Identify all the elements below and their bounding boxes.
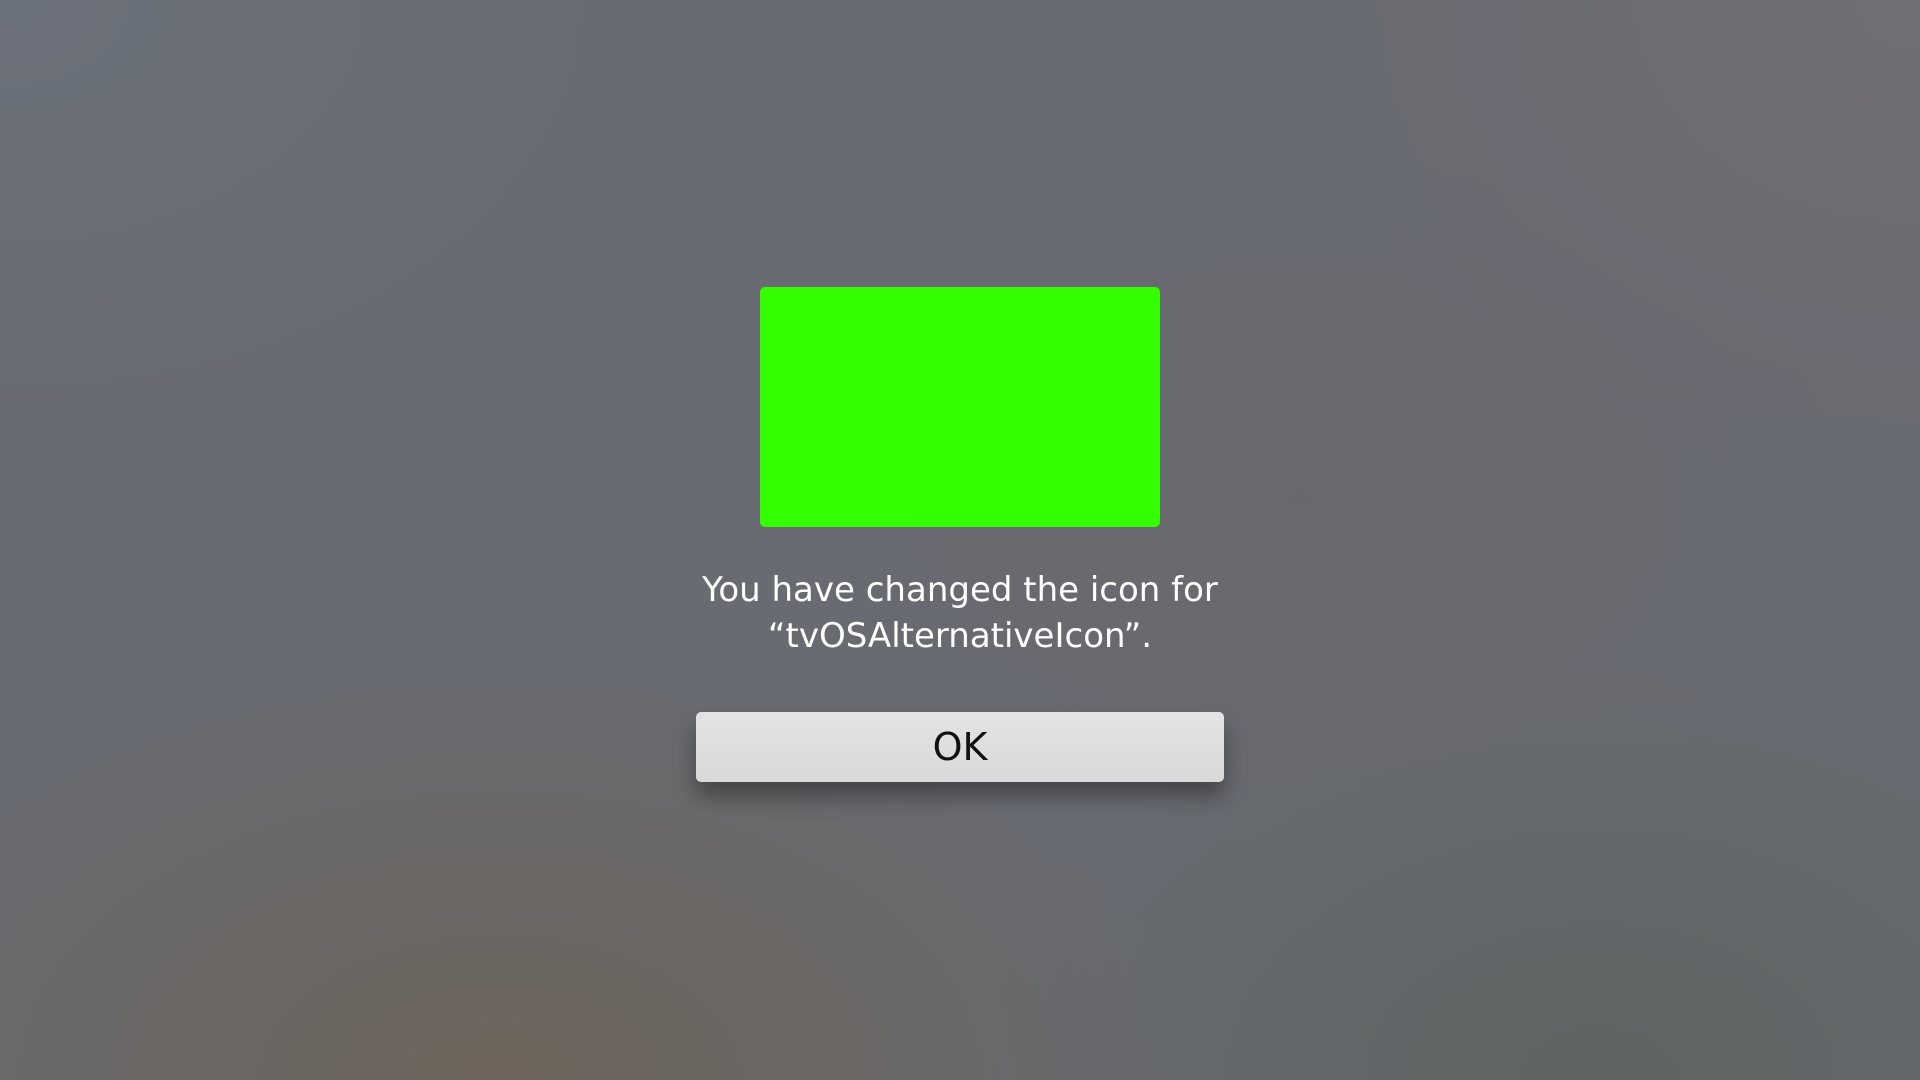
alert-message: You have changed the icon for “tvOSAlter… — [560, 567, 1360, 659]
ok-button[interactable]: OK — [696, 712, 1224, 782]
alert-message-line-2: “tvOSAlternativeIcon”. — [767, 616, 1153, 656]
alert-message-line-1: You have changed the icon for — [702, 570, 1218, 610]
app-icon-preview — [760, 287, 1160, 527]
alert-dialog: You have changed the icon for “tvOSAlter… — [0, 0, 1920, 1080]
